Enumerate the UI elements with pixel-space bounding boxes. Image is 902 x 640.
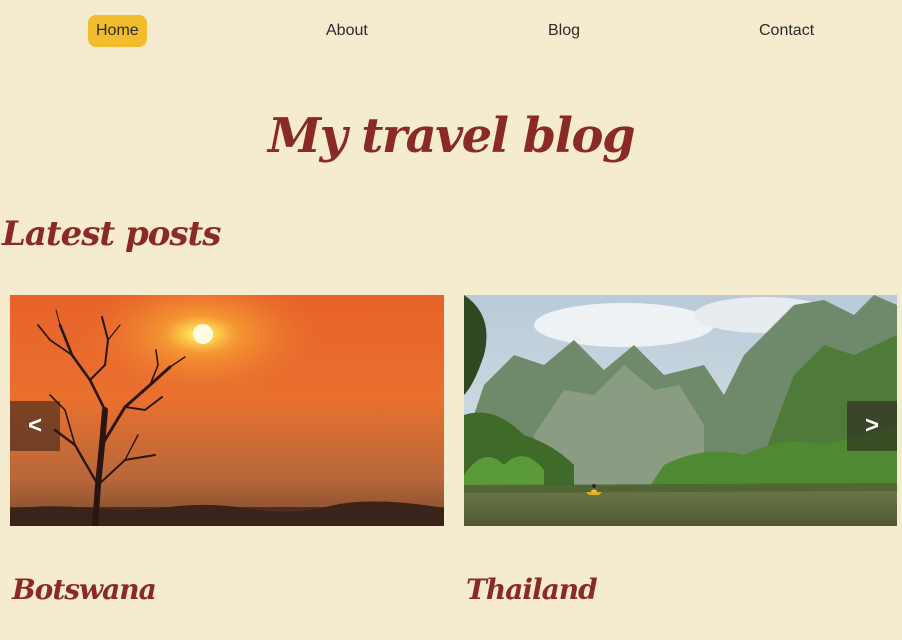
nav-contact-link[interactable]: Contact xyxy=(751,15,822,47)
botswana-photo[interactable] xyxy=(10,295,444,526)
post-title-thailand[interactable]: Thailand xyxy=(466,573,598,606)
nav-blog-link[interactable]: Blog xyxy=(540,15,588,47)
post-card-thailand[interactable]: Thailand xyxy=(464,295,897,606)
latest-posts-heading: Latest posts xyxy=(2,214,221,254)
page-title: My travel blog xyxy=(267,108,636,164)
post-title-botswana[interactable]: Botswana xyxy=(12,573,157,606)
nav-home-link[interactable]: Home xyxy=(88,15,147,47)
thailand-photo[interactable] xyxy=(464,295,897,526)
main-nav: Home About Blog Contact xyxy=(0,0,902,64)
carousel-prev-button[interactable]: < xyxy=(10,401,60,451)
post-card-botswana[interactable]: Botswana xyxy=(10,295,444,606)
nav-about-link[interactable]: About xyxy=(318,15,376,47)
carousel-next-button[interactable]: > xyxy=(847,401,897,451)
